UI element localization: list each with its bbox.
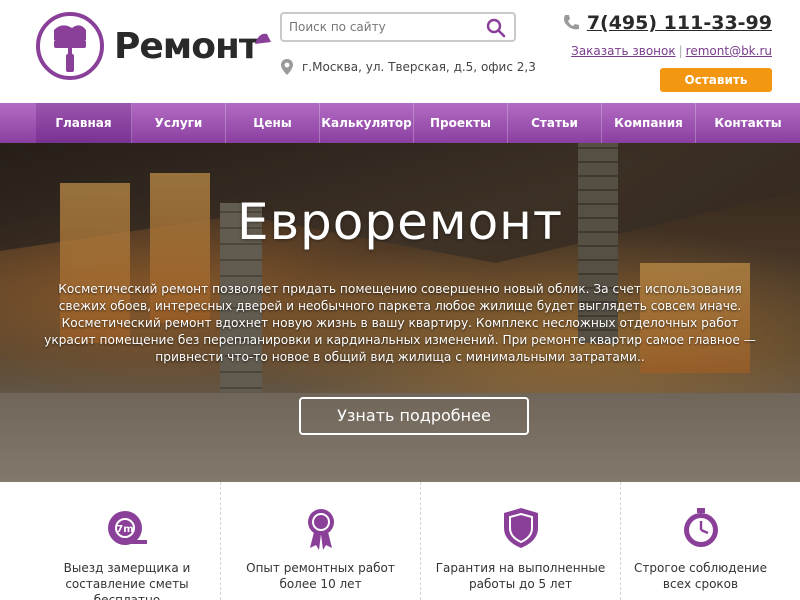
feature-text: Выезд замерщика и составление сметы бесп… [63, 561, 191, 600]
search-box [280, 12, 516, 42]
paint-roller-icon [36, 12, 104, 80]
feature-item: Строгое соблюдение всех сроков [620, 482, 780, 600]
contacts: 7(495) 111-33-99 Заказать звонок | remont@… [561, 12, 772, 112]
nav-item-contacts[interactable]: Контакты [696, 103, 800, 143]
learn-more-button[interactable]: Узнать подробнее [299, 397, 529, 435]
nav-item-services[interactable]: Услуги [132, 103, 226, 143]
callback-link[interactable]: Заказать звонок [571, 44, 676, 58]
feature-item: Опыт ремонтных работ более 10 лет [220, 482, 420, 600]
search-icon[interactable] [486, 18, 506, 38]
search-input[interactable] [282, 14, 472, 40]
clock-icon [683, 508, 718, 547]
nav-item-calculator[interactable]: Калькулятор [320, 103, 414, 143]
logo[interactable]: Ремонт [36, 12, 271, 80]
hero-banner: Евроремонт Косметический ремонт позволяе… [0, 143, 800, 482]
phone-link[interactable]: 7(495) 111-33-99 [587, 12, 772, 34]
features-strip: 7m Выезд замерщика и составление сметы б… [0, 482, 800, 600]
site-header: Ремонт г.Москва, ул. Тверская, д.5, офис… [0, 0, 800, 111]
feature-text: Строгое соблюдение всех сроков [634, 561, 767, 591]
shield-icon [503, 508, 538, 548]
feature-text: Гарантия на выполненные работы до 5 лет [435, 561, 606, 591]
nav-item-projects[interactable]: Проекты [414, 103, 508, 143]
tape-measure-icon: 7m [108, 511, 147, 545]
email-link[interactable]: remont@bk.ru [686, 44, 772, 58]
address-text: г.Москва, ул. Тверская, д.5, офис 2,3 [302, 60, 536, 74]
order-button[interactable]: Оставить заявку [660, 68, 772, 111]
phone-row: 7(495) 111-33-99 [561, 12, 772, 34]
hero-title: Евроремонт [236, 193, 563, 251]
nav-item-prices[interactable]: Цены [226, 103, 320, 143]
address: г.Москва, ул. Тверская, д.5, офис 2,3 [280, 58, 536, 76]
hero-text: Косметический ремонт позволяет придать п… [40, 281, 760, 366]
nav-item-articles[interactable]: Статьи [508, 103, 602, 143]
feature-text: Опыт ремонтных работ более 10 лет [246, 561, 395, 591]
logo-text: Ремонт [114, 26, 271, 67]
location-pin-icon [281, 59, 293, 75]
phone-icon [563, 15, 579, 30]
contact-links: Заказать звонок | remont@bk.ru [561, 44, 772, 58]
tape-measure-label: 7m [116, 524, 133, 535]
feature-item: 7m Выезд замерщика и составление сметы б… [34, 482, 220, 600]
main-nav: Главная Услуги Цены Калькулятор Проекты … [0, 103, 800, 143]
paint-cap-icon [254, 33, 271, 44]
award-ribbon-icon [307, 509, 334, 550]
hero-paragraph-1: Косметический ремонт позволяет придать п… [58, 282, 742, 313]
separator: | [678, 44, 683, 58]
feature-item: Гарантия на выполненные работы до 5 лет [420, 482, 620, 600]
nav-item-company[interactable]: Компания [602, 103, 696, 143]
hero-paragraph-2: Косметический ремонт вдохнет новую жизнь… [44, 316, 756, 364]
nav-item-home[interactable]: Главная [36, 103, 132, 143]
